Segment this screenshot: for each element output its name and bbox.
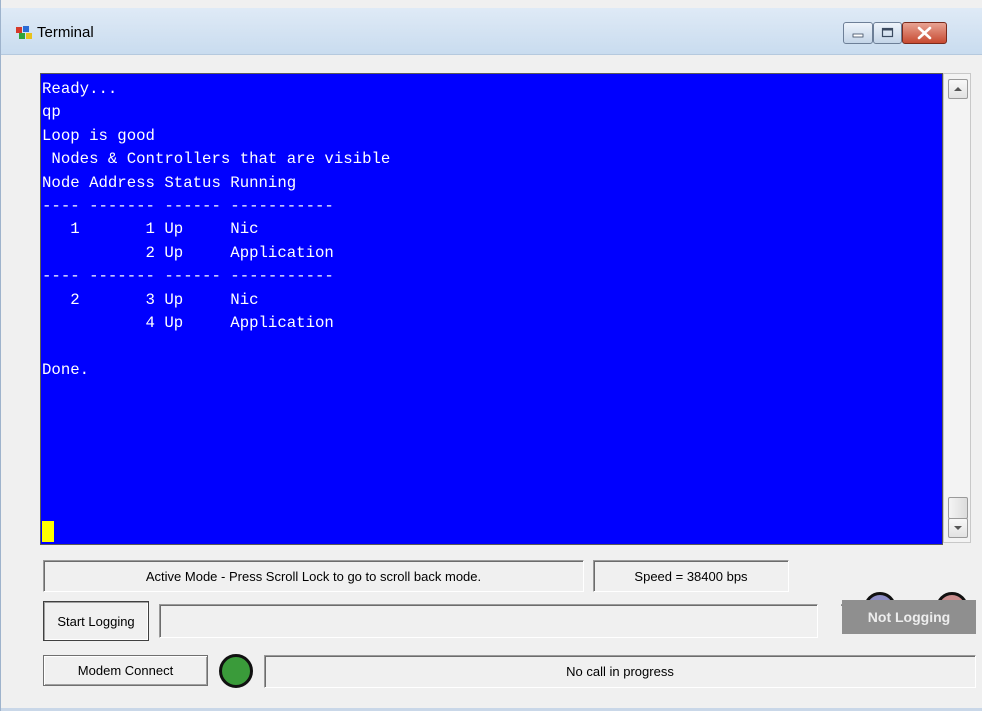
start-logging-label: Start Logging bbox=[57, 613, 135, 629]
minimize-icon bbox=[852, 33, 864, 38]
scroll-up-button[interactable] bbox=[948, 79, 968, 99]
terminal-screen[interactable]: Ready... qp Loop is good Nodes & Control… bbox=[40, 73, 943, 545]
modem-connect-label: Modem Connect bbox=[77, 663, 174, 678]
app-icon bbox=[16, 26, 32, 39]
minimize-button[interactable] bbox=[843, 22, 873, 44]
chevron-up-icon bbox=[954, 87, 962, 91]
maximize-icon bbox=[881, 27, 894, 38]
modem-connect-button[interactable]: Modem Connect bbox=[43, 655, 208, 686]
terminal-output: Ready... qp Loop is good Nodes & Control… bbox=[42, 80, 391, 379]
close-icon bbox=[917, 26, 932, 40]
chevron-down-icon bbox=[954, 526, 962, 530]
start-logging-button[interactable]: Start Logging bbox=[43, 601, 149, 641]
scroll-thumb[interactable] bbox=[948, 497, 968, 519]
terminal-cursor bbox=[42, 521, 54, 542]
call-status-text: No call in progress bbox=[566, 664, 674, 679]
call-status-panel: No call in progress bbox=[264, 655, 976, 688]
speed-panel: Speed = 38400 bps bbox=[593, 560, 789, 592]
mode-status-text: Active Mode - Press Scroll Lock to go to… bbox=[145, 568, 482, 584]
terminal-window: Terminal Ready... qp Loop is good Nodes … bbox=[0, 0, 982, 711]
logging-status-badge: Not Logging bbox=[842, 600, 976, 634]
caption-buttons bbox=[843, 22, 975, 44]
modem-indicator bbox=[219, 654, 253, 688]
scroll-down-button[interactable] bbox=[948, 518, 968, 538]
vertical-scrollbar[interactable] bbox=[943, 73, 971, 543]
mode-status-panel: Active Mode - Press Scroll Lock to go to… bbox=[43, 560, 584, 592]
log-file-field[interactable] bbox=[159, 604, 818, 638]
close-button[interactable] bbox=[902, 22, 947, 44]
title-bar[interactable]: Terminal bbox=[1, 8, 982, 55]
window-title: Terminal bbox=[37, 24, 94, 41]
logging-status-text: Not Logging bbox=[867, 609, 951, 625]
maximize-button[interactable] bbox=[873, 22, 902, 44]
speed-text: Speed = 38400 bps bbox=[634, 568, 748, 584]
